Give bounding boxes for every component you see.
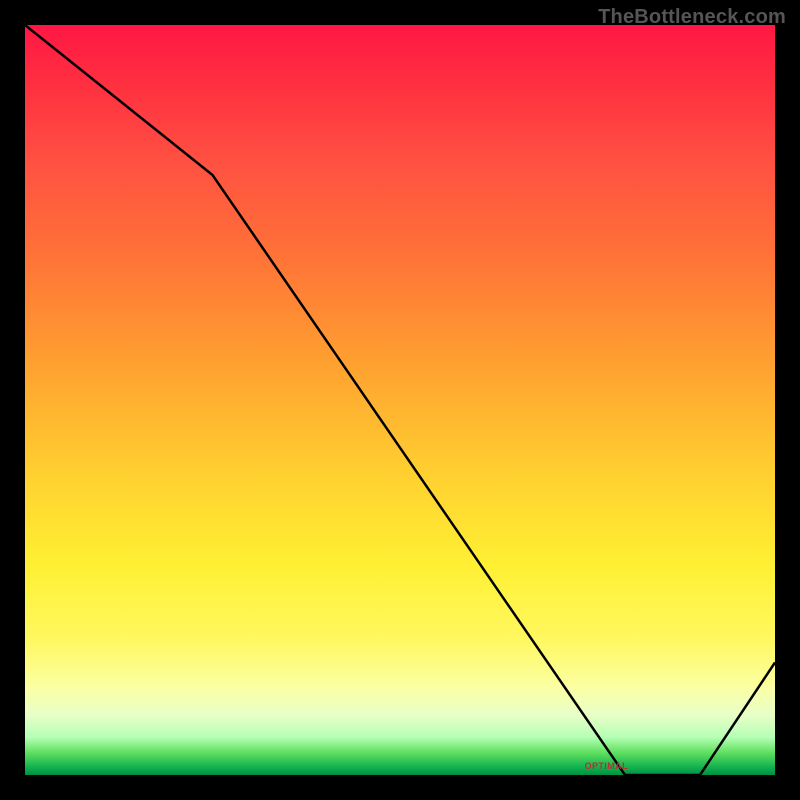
optimal-range-label: OPTIMAL [585, 761, 628, 771]
bottleneck-curve-line [25, 25, 775, 775]
chart-curve-svg [25, 25, 775, 775]
chart-plot-area: OPTIMAL [25, 25, 775, 775]
